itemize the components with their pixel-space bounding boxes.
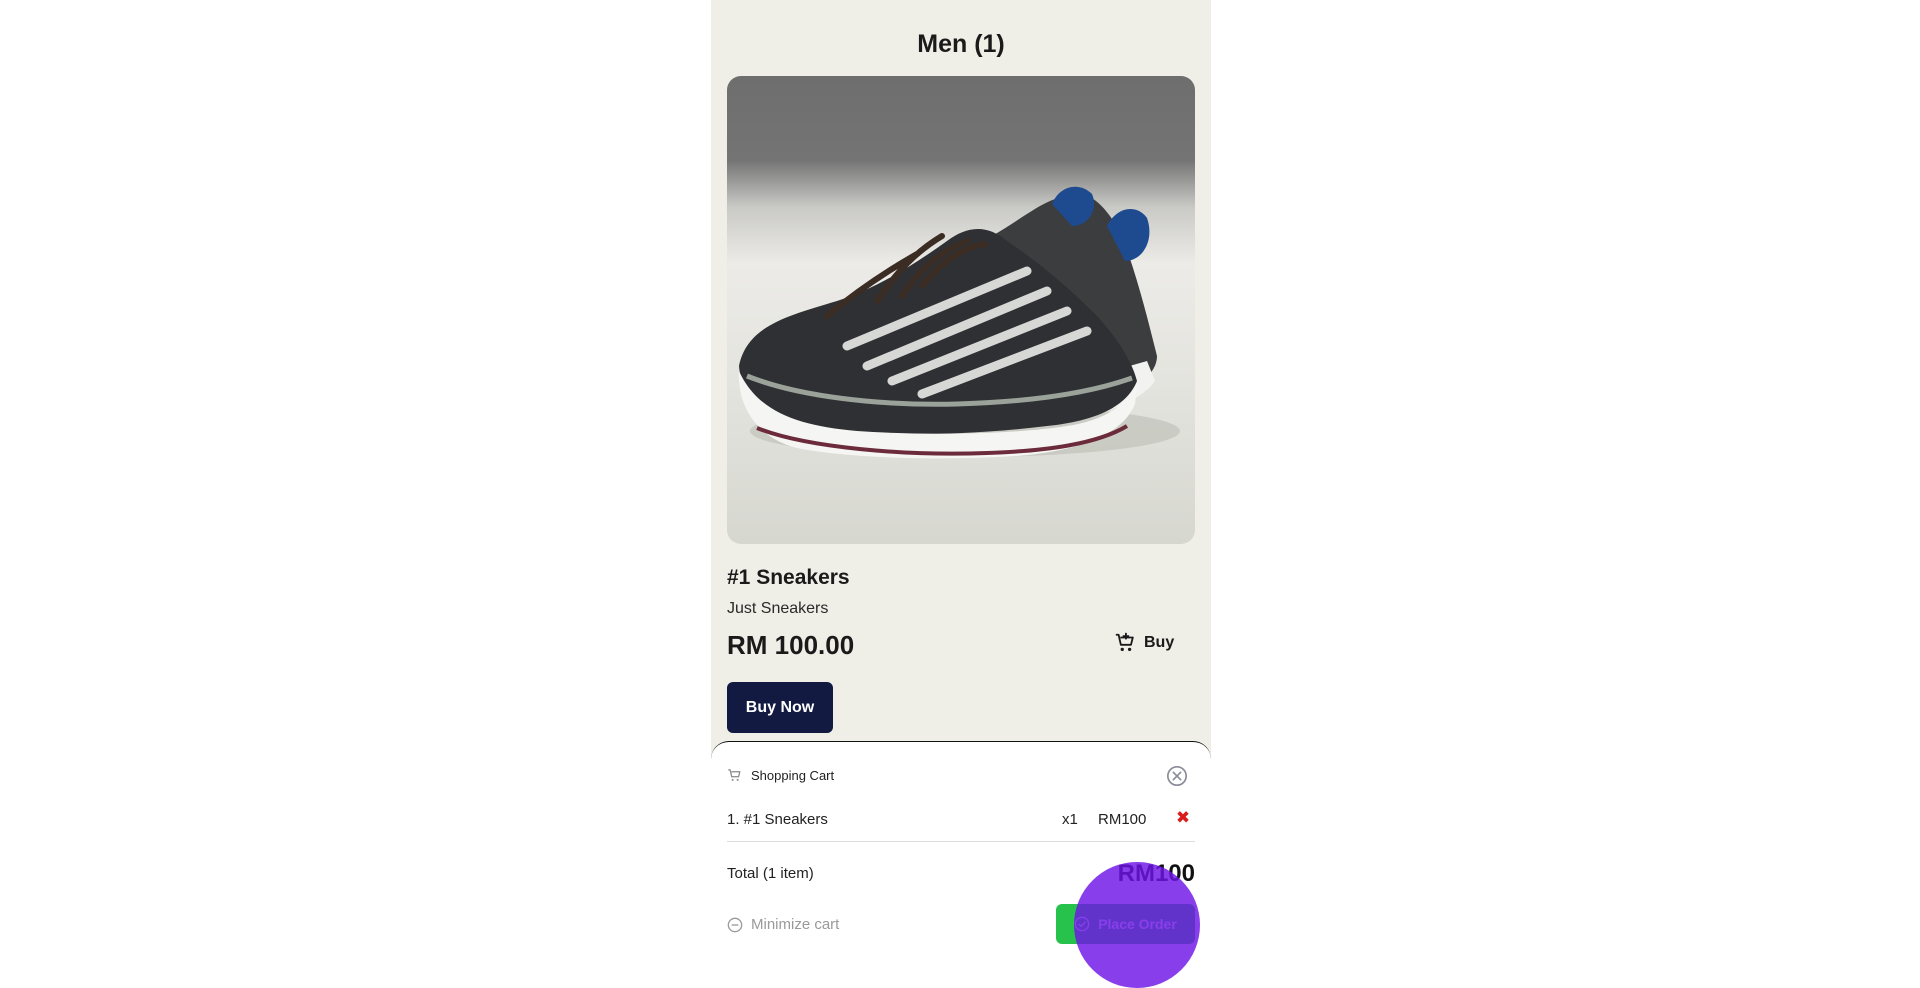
cart-icon: [728, 769, 741, 781]
cart-item-name: 1. #1 Sneakers: [727, 811, 828, 828]
cart-title: Shopping Cart: [751, 768, 835, 783]
cart-item-qty: x1: [1062, 811, 1078, 828]
cart-item-row: 1. #1 Sneakers x1 RM100 ✖: [727, 796, 1195, 842]
cart-total-label: Total (1 item): [727, 865, 814, 882]
sneaker-illustration: [738, 186, 1180, 459]
product-subtitle: Just Sneakers: [727, 600, 829, 617]
product-name: #1 Sneakers: [727, 566, 850, 589]
minimize-cart-label: Minimize cart: [751, 916, 840, 933]
product-price: RM 100.00: [727, 630, 855, 660]
buy-label: Buy: [1144, 634, 1175, 651]
place-order-label: Place Order: [1098, 916, 1177, 932]
remove-item-icon[interactable]: ✖: [1173, 808, 1193, 828]
close-icon[interactable]: [1166, 765, 1188, 787]
page-title: Men (1): [917, 30, 1005, 58]
minimize-cart-button[interactable]: Minimize cart: [727, 916, 839, 933]
add-to-cart-button[interactable]: Buy: [1114, 632, 1174, 654]
cart-plus-icon: [1115, 632, 1134, 652]
buy-now-button[interactable]: Buy Now: [727, 682, 833, 733]
place-order-button[interactable]: Place Order: [1056, 904, 1195, 944]
check-circle-icon: [1074, 916, 1090, 932]
cart-total-value: RM100: [1117, 860, 1195, 887]
product-image[interactable]: [727, 76, 1195, 544]
cart-header: Shopping Cart: [727, 768, 834, 783]
mobile-viewport: Men (1) #1 Sneakers Just Sneakers RM 100…: [711, 0, 1211, 988]
minus-circle-icon: [727, 917, 743, 932]
cart-item-price: RM100: [1098, 811, 1147, 828]
shopping-cart-panel: Shopping Cart 1. #1 Sneakers x1 RM100 ✖ …: [711, 741, 1211, 988]
